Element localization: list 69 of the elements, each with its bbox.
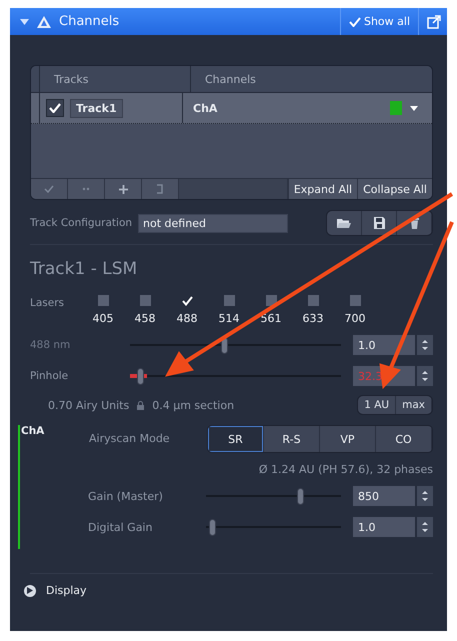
track-title: Track1 - LSM [30,259,138,279]
spinner-icon[interactable] [417,366,433,386]
table-action-button[interactable]: Collapse All [357,179,432,199]
channel-name: ChA [193,102,218,114]
section-thickness-text: 0.4 µm section [152,398,234,412]
lasers-label: Lasers [30,296,66,309]
spinner-icon[interactable] [417,335,433,355]
slider-thumb[interactable] [296,488,304,504]
check-icon [348,16,361,26]
laser-wavelength: 458 [134,312,156,325]
save-button[interactable] [362,211,397,235]
section-title[interactable]: Display [46,584,87,597]
laser-checkbox[interactable] [266,295,276,306]
lock-icon[interactable] [137,400,144,410]
laser-checkbox[interactable] [98,295,108,306]
spinner-icon[interactable] [417,517,433,537]
laser-checkbox[interactable] [140,295,150,306]
expand-icon[interactable] [24,584,36,596]
slider-thumb[interactable] [208,518,216,536]
mode-tab[interactable]: VP [320,426,376,452]
open-folder-button[interactable] [327,211,362,235]
collapse-caret-icon[interactable] [20,18,29,24]
value-field[interactable]: 850 [353,486,415,506]
column-header: Channels [204,72,257,88]
field-label: Track Configuration [30,217,132,229]
value-field[interactable]: 1.0 [353,517,415,537]
bracket-tool-icon[interactable] [142,179,179,199]
laser-checkbox[interactable] [224,295,234,306]
laser-checkbox[interactable] [350,295,360,306]
track-checkbox[interactable] [46,99,64,117]
column-header: Tracks [40,66,191,92]
add-icon[interactable] [105,179,142,199]
popout-icon[interactable] [427,14,441,28]
mode-tab[interactable]: R-S [264,426,320,452]
mode-tab[interactable]: SR [208,426,264,452]
laser-wavelength: 488 [176,312,198,325]
slider-label: Pinhole [30,370,70,382]
airy-units-text: 0.70 Airy Units [48,398,130,412]
laser-wavelength: 700 [344,312,366,325]
folder-icon [337,218,351,228]
dropdown-caret-icon[interactable] [410,106,418,110]
trash-icon [410,217,418,229]
track-row[interactable]: Track1 ChA [31,93,432,124]
channel-label: ChA [21,425,46,437]
laser-wavelength: 633 [302,312,324,325]
panel-title: Channels [59,14,120,29]
check-tool-icon[interactable] [31,179,68,199]
slider-thumb[interactable] [136,368,144,384]
laser-checkbox[interactable] [308,295,318,306]
slider-label: Digital Gain [88,520,154,534]
channel-color-swatch[interactable] [390,101,402,115]
show-all-button[interactable]: Show all [340,8,419,35]
airyscan-info-text: Ø 1.24 AU (PH 57.6), 32 phases [258,463,433,476]
table-action-button[interactable]: Expand All [288,179,358,199]
mode-label: Airyscan Mode [89,431,171,445]
mode-tab[interactable]: CO [376,426,432,452]
channels-icon [37,16,51,28]
track-configuration-field[interactable]: not defined [138,214,288,232]
spinner-icon[interactable] [417,486,433,506]
pinhole-preset-button[interactable]: 1 AU [358,396,396,414]
value-field[interactable]: 1.0 [353,335,415,355]
pinhole-preset-button[interactable]: max [396,396,432,414]
laser-wavelength: 405 [92,312,114,325]
track-name: Track1 [70,98,123,118]
slider-label: Gain (Master) [88,490,164,502]
laser-checkbox[interactable] [182,295,192,306]
laser-wavelength: 514 [218,312,240,325]
slider-label: 488 nm [30,339,72,351]
dots-tool-icon[interactable] [68,179,105,199]
